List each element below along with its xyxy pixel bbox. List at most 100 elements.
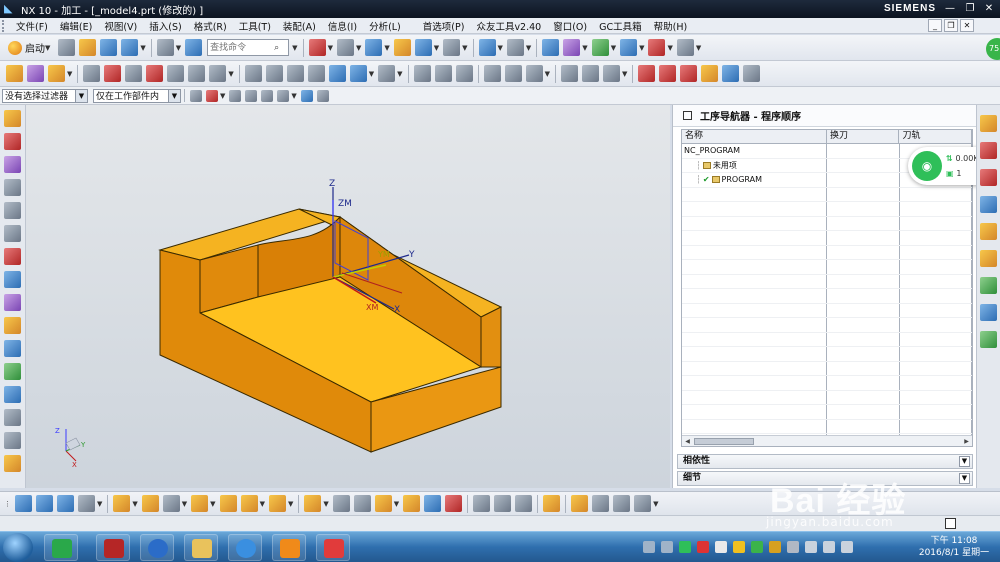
chevron-down-icon[interactable]: ▼	[328, 44, 333, 52]
machine-tool-view-icon[interactable]	[104, 65, 122, 82]
quick-pick-icon[interactable]	[316, 89, 329, 102]
details-section[interactable]: 细节 ▼	[677, 471, 973, 486]
create-method-side-icon[interactable]	[4, 179, 21, 196]
transform-object-icon[interactable]	[265, 65, 283, 82]
object-info-icon[interactable]	[307, 65, 325, 82]
chevron-down-icon[interactable]: ▼	[168, 89, 180, 102]
tool-holder-icon[interactable]	[680, 65, 698, 82]
datum-plane-icon[interactable]	[592, 495, 610, 512]
create-operation-side-icon[interactable]	[4, 110, 21, 127]
chevron-down-icon[interactable]: ▼	[291, 92, 296, 100]
target-icon[interactable]	[4, 248, 21, 265]
clear-toolpath-icon[interactable]	[525, 65, 543, 82]
row-name-cell[interactable]: NC_PROGRAM	[682, 144, 827, 158]
doc-minimize-button[interactable]: _	[928, 19, 942, 32]
selection-scope-dropdown[interactable]: 仅在工作部件内 ▼	[93, 88, 181, 103]
datum-axis-icon[interactable]	[613, 495, 631, 512]
fit-view-icon[interactable]	[308, 39, 326, 56]
select-feature-icon[interactable]	[36, 495, 53, 512]
operation-navigator-icon[interactable]	[542, 39, 560, 56]
chevron-down-icon[interactable]: ▼	[75, 89, 87, 102]
wifi-tray-icon[interactable]	[679, 541, 691, 553]
selection-filter-dropdown[interactable]: 没有选择过滤器 ▼	[2, 88, 88, 103]
snap-face-icon[interactable]	[245, 89, 258, 102]
hole-icon[interactable]	[268, 495, 286, 512]
create-geometry-side-icon[interactable]	[4, 156, 21, 173]
snap-center-icon[interactable]	[261, 89, 274, 102]
close-button[interactable]: ✕	[981, 1, 997, 16]
open-folder-icon[interactable]	[79, 39, 97, 56]
pattern-icon[interactable]	[374, 495, 392, 512]
workpiece-icon[interactable]	[413, 65, 431, 82]
chevron-down-icon[interactable]: ▼	[653, 500, 658, 508]
point-icon[interactable]	[571, 495, 589, 512]
analysis-side-icon[interactable]	[4, 294, 21, 311]
mirror-path-icon[interactable]	[581, 65, 599, 82]
sim-icon[interactable]	[4, 340, 21, 357]
chevron-down-icon[interactable]: ▼	[622, 70, 627, 78]
layer-icon[interactable]	[414, 39, 432, 56]
panel-pin-icon[interactable]	[683, 111, 692, 120]
paste-side-icon[interactable]	[4, 455, 21, 472]
offset-face-icon[interactable]	[494, 495, 512, 512]
postprocess-icon[interactable]	[648, 39, 666, 56]
menu-zhongyou-tools[interactable]: 众友工具v2.40	[470, 19, 547, 33]
program-view-icon[interactable]	[83, 65, 101, 82]
edit-section-icon[interactable]	[393, 39, 411, 56]
blend-icon[interactable]	[304, 495, 322, 512]
cad-part[interactable]	[158, 208, 503, 453]
rotate-view-icon[interactable]	[336, 39, 354, 56]
ipw-icon[interactable]	[455, 65, 473, 82]
part-navigator-icon[interactable]	[980, 169, 997, 186]
menu-tools[interactable]: 工具(T)	[233, 19, 277, 33]
new-file-icon[interactable]	[58, 39, 76, 56]
shop-doc-icon[interactable]	[676, 39, 694, 56]
dimension-icon[interactable]	[219, 495, 237, 512]
properties-icon[interactable]	[378, 65, 396, 82]
menu-insert[interactable]: 插入(S)	[143, 19, 187, 33]
volume-icon[interactable]	[823, 541, 835, 553]
trim-path-icon[interactable]	[602, 65, 620, 82]
taskbar-clock[interactable]: 下午 11:08 2016/8/1 星期一	[912, 535, 996, 559]
chevron-down-icon[interactable]: ▼	[369, 70, 374, 78]
create-geometry-icon[interactable]	[48, 65, 65, 82]
trim-body-icon[interactable]	[403, 495, 421, 512]
menu-assembly[interactable]: 装配(A)	[277, 19, 322, 33]
taskbar-app-nx[interactable]	[96, 534, 130, 561]
menu-help[interactable]: 帮助(H)	[648, 19, 694, 33]
create-program-icon[interactable]	[563, 39, 581, 56]
replace-face-icon[interactable]	[515, 495, 533, 512]
menu-preferences[interactable]: 首选项(P)	[417, 19, 471, 33]
chevron-down-icon[interactable]: ▼	[696, 44, 701, 52]
create-program-side-icon[interactable]	[4, 202, 21, 219]
chevron-down-icon[interactable]: ▼	[526, 44, 531, 52]
generate-side-icon[interactable]	[4, 363, 21, 380]
sketch-icon[interactable]	[543, 495, 561, 512]
command-finder-icon[interactable]	[185, 39, 203, 56]
move-face-icon[interactable]	[473, 495, 491, 512]
menu-file[interactable]: 文件(F)	[10, 19, 54, 33]
chevron-down-icon[interactable]: ▼	[288, 500, 293, 508]
generate-toolpath-icon[interactable]	[591, 39, 609, 56]
restore-button[interactable]: ❐	[962, 1, 978, 16]
shop-doc-report-icon[interactable]	[349, 65, 367, 82]
chevron-down-icon[interactable]: ▼	[434, 44, 439, 52]
view-triad[interactable]	[65, 429, 81, 462]
delete-operation-icon[interactable]	[167, 65, 185, 82]
chevron-down-icon[interactable]: ▼	[67, 70, 72, 78]
list-icon[interactable]	[328, 65, 346, 82]
create-operation-icon[interactable]	[6, 65, 23, 82]
tray-shield-icon[interactable]	[751, 541, 763, 553]
select-all-icon[interactable]	[190, 89, 202, 102]
tray-app-icon[interactable]	[715, 541, 727, 553]
graphics-viewport[interactable]: Z ZM Y YM X XM Z X Y	[26, 105, 670, 488]
clip-icon[interactable]	[141, 495, 159, 512]
minimize-button[interactable]: —	[942, 1, 958, 16]
start-button[interactable]: 启动 ▼	[4, 38, 56, 58]
pencil-icon[interactable]	[4, 317, 21, 334]
chevron-down-icon[interactable]: ▼	[176, 44, 181, 52]
extrude-icon[interactable]	[240, 495, 258, 512]
snap-curve-icon[interactable]	[229, 89, 242, 102]
geometry-view-icon[interactable]	[125, 65, 143, 82]
color-icon[interactable]	[113, 495, 131, 512]
